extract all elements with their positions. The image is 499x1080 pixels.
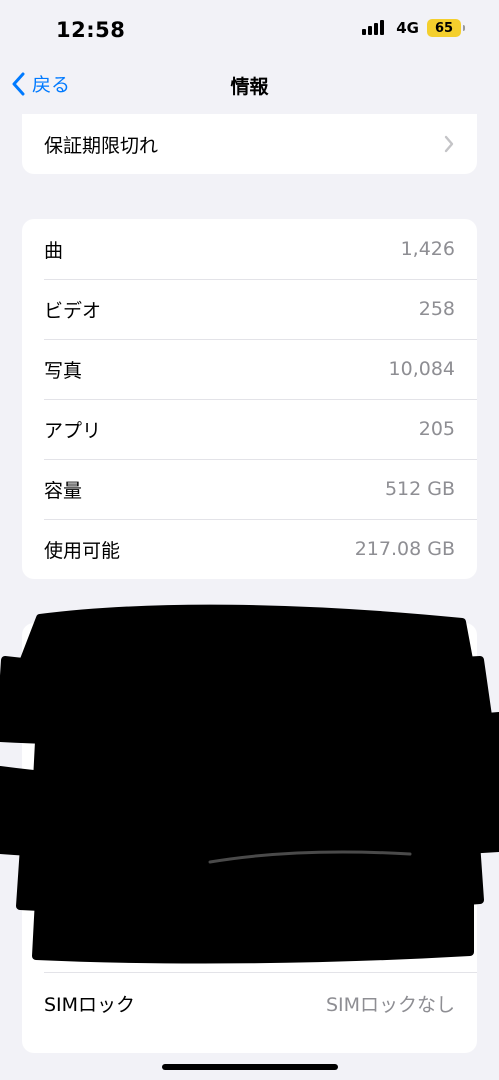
status-indicators: 4G 65 [362,19,465,37]
stat-label: ビデオ [44,299,102,322]
chevron-right-icon [444,135,454,153]
stat-row-apps: アプリ 205 [22,399,477,459]
warranty-row[interactable]: 保証期限切れ [22,114,477,174]
stat-value: 217.08 GB [354,538,455,560]
cellular-signal-icon [362,19,388,37]
battery-icon: 65 [427,19,465,37]
device-stats-group: 曲 1,426 ビデオ 258 写真 10,084 アプリ 205 容量 512… [22,219,477,579]
stat-label: アプリ [44,419,102,442]
stat-label: 使用可能 [44,539,121,562]
battery-level: 65 [434,20,454,36]
stat-row-videos: ビデオ 258 [22,279,477,339]
stat-value: 258 [418,298,455,320]
row-divider [44,972,477,973]
stat-value: 205 [418,418,455,440]
warranty-group: 保証期限切れ [22,114,477,174]
sim-lock-value: SIMロックなし [325,993,455,1016]
sim-lock-label: SIMロック [44,993,136,1016]
stat-label: 写真 [44,359,83,382]
page-title: 情報 [230,76,269,98]
status-bar: 12:58 4G 65 [0,0,499,60]
home-indicator[interactable] [162,1064,338,1070]
navigation-bar: 戻る 情報 [0,60,499,110]
network-info-group: SIMロック SIMロックなし [22,623,477,1053]
stat-label: 曲 [44,239,64,262]
stat-row-capacity: 容量 512 GB [22,459,477,519]
stat-value: 1,426 [400,238,455,260]
warranty-label: 保証期限切れ [44,134,159,157]
stat-row-photos: 写真 10,084 [22,339,477,399]
stat-value: 512 GB [384,478,455,500]
sim-lock-row: SIMロック SIMロックなし [22,973,477,1033]
stat-row-available: 使用可能 217.08 GB [22,519,477,579]
stat-value: 10,084 [388,358,455,380]
status-time: 12:58 [56,18,126,42]
stat-row-songs: 曲 1,426 [22,219,477,279]
stat-label: 容量 [44,479,83,502]
network-type: 4G [396,19,419,37]
